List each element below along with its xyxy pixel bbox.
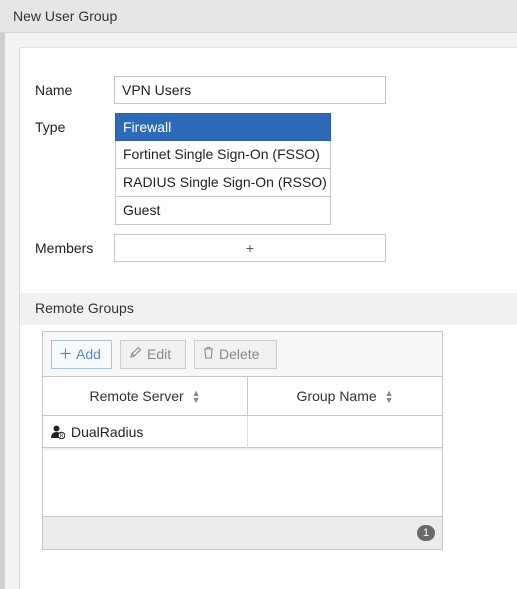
name-input[interactable]: VPN Users	[114, 76, 386, 104]
plus-icon	[60, 346, 71, 362]
table-footer: 1	[43, 516, 442, 549]
delete-button[interactable]: Delete	[194, 340, 277, 369]
pencil-icon	[129, 346, 142, 362]
add-button-label: Add	[76, 346, 101, 362]
delete-button-label: Delete	[219, 346, 260, 362]
radius-user-icon: R	[51, 418, 66, 440]
type-option-fsso[interactable]: Fortinet Single Sign-On (FSSO)	[115, 141, 331, 169]
name-label: Name	[35, 82, 73, 98]
type-label: Type	[35, 119, 66, 135]
row-count-badge: 1	[417, 525, 435, 541]
cell-remote-server: R DualRadius	[43, 416, 248, 448]
remote-groups-table: Add Edit Delete Remote Server ▲ ▼ Group N…	[42, 331, 443, 550]
type-listbox[interactable]: Firewall Fortinet Single Sign-On (FSSO) …	[115, 113, 331, 225]
add-button[interactable]: Add	[51, 340, 112, 369]
table-header: Remote Server ▲ ▼ Group Name ▲ ▼	[43, 377, 442, 416]
remote-groups-toolbar: Add Edit Delete	[43, 332, 442, 377]
remote-server-value: DualRadius	[71, 424, 144, 440]
form-panel: Name VPN Users Type Firewall Fortinet Si…	[19, 47, 517, 589]
svg-text:R: R	[60, 433, 64, 439]
remote-groups-title: Remote Groups	[35, 300, 134, 316]
edit-button[interactable]: Edit	[120, 340, 186, 369]
type-option-firewall[interactable]: Firewall	[115, 113, 331, 141]
members-add-field[interactable]: +	[114, 234, 386, 262]
trash-icon	[203, 346, 214, 362]
remote-groups-header: Remote Groups	[20, 293, 517, 325]
column-header-group-name[interactable]: Group Name ▲ ▼	[248, 377, 442, 415]
members-add-icon: +	[245, 240, 255, 256]
column-header-remote-server[interactable]: Remote Server ▲ ▼	[43, 377, 248, 415]
cell-group-name	[248, 416, 442, 448]
table-row[interactable]: R DualRadius	[43, 416, 442, 448]
sort-icon: ▲ ▼	[191, 388, 201, 406]
sort-icon: ▲ ▼	[384, 388, 394, 406]
edit-button-label: Edit	[147, 346, 172, 362]
dialog-title: New User Group	[13, 8, 118, 24]
type-option-guest[interactable]: Guest	[115, 197, 331, 225]
members-label: Members	[35, 240, 94, 256]
dialog-titlebar: New User Group	[0, 0, 517, 33]
type-option-rsso[interactable]: RADIUS Single Sign-On (RSSO)	[115, 169, 331, 197]
background-strip	[0, 33, 5, 589]
